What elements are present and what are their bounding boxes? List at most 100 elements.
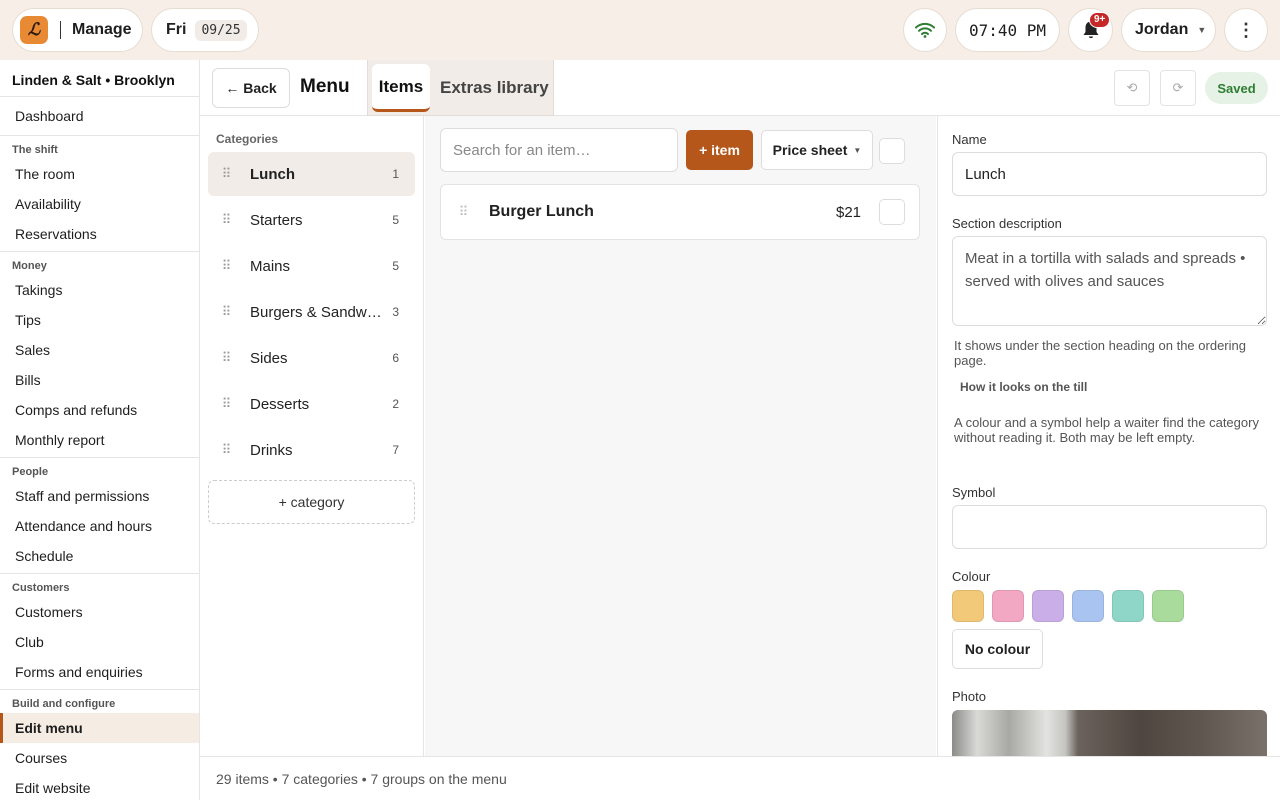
category-row[interactable]: ⠿ Drinks 7 xyxy=(208,428,415,472)
sidebar-heading: The shift xyxy=(12,144,58,156)
connection-status[interactable] xyxy=(903,8,947,52)
sidebar-item-staff[interactable]: Staff and permissions xyxy=(0,481,199,511)
notifications-badge: 9+ xyxy=(1089,12,1111,28)
sidebar-item-takings[interactable]: Takings xyxy=(0,275,199,305)
date-day: Fri xyxy=(166,21,187,38)
back-button[interactable]: ← Back xyxy=(212,68,290,108)
item-price: $21 xyxy=(836,203,862,221)
more-menu-button[interactable]: ⋮ xyxy=(1224,8,1268,52)
sidebar-item-edit-menu[interactable]: Edit menu xyxy=(0,713,199,743)
add-category-button[interactable]: + category xyxy=(208,480,415,524)
category-row[interactable]: ⠿ Burgers & Sandwiches 3 xyxy=(208,290,415,334)
sidebar-item-customers[interactable]: Customers xyxy=(0,597,199,627)
user-menu[interactable]: Jordan ▼ xyxy=(1121,8,1216,52)
app-logo-icon: ℒ xyxy=(20,16,48,44)
clock: 07:40 PM xyxy=(955,8,1060,52)
sidebar-item-schedule[interactable]: Schedule xyxy=(0,541,199,571)
category-row[interactable]: ⠿ Desserts 2 xyxy=(208,382,415,426)
sidebar-item-edit-website[interactable]: Edit website xyxy=(0,773,199,800)
categories-heading: Categories xyxy=(216,132,279,146)
select-all-checkbox[interactable] xyxy=(879,138,905,164)
drag-handle-icon[interactable]: ⠿ xyxy=(449,204,477,220)
venue-name: Linden & Salt • Brooklyn xyxy=(0,60,199,97)
sidebar-item-sales[interactable]: Sales xyxy=(0,335,199,365)
notifications-button[interactable]: 9+ xyxy=(1068,8,1113,52)
redo-button[interactable]: ⟳ xyxy=(1160,70,1196,106)
drag-handle-icon[interactable]: ⠿ xyxy=(212,304,240,320)
colour-swatch[interactable] xyxy=(992,590,1024,622)
app-switcher[interactable]: ℒ Manage xyxy=(12,8,143,52)
category-count: 5 xyxy=(392,259,399,273)
menu-header: ← Back Menu Items Extras library ⟲ ⟳ Sav… xyxy=(200,60,1280,116)
colour-swatches xyxy=(952,590,1192,622)
sidebar-item-attendance[interactable]: Attendance and hours xyxy=(0,511,199,541)
category-row[interactable]: ⠿ Lunch 1 xyxy=(208,152,415,196)
item-name: Burger Lunch xyxy=(489,203,594,220)
sidebar-item-comps-refunds[interactable]: Comps and refunds xyxy=(0,395,199,425)
drag-handle-icon[interactable]: ⠿ xyxy=(212,166,240,182)
category-count: 7 xyxy=(392,443,399,457)
category-name: Desserts xyxy=(250,395,310,413)
drag-handle-icon[interactable]: ⠿ xyxy=(212,212,240,228)
description-label: Section description xyxy=(952,216,1062,231)
sidebar-item-the-room[interactable]: The room xyxy=(0,159,199,189)
menu-summary: 29 items • 7 categories • 7 groups on th… xyxy=(200,756,1280,800)
price-sheet-dropdown[interactable]: Price sheet ▼ xyxy=(761,130,873,170)
category-row[interactable]: ⠿ Starters 5 xyxy=(208,198,415,242)
symbol-label: Symbol xyxy=(952,485,996,500)
redo-icon: ⟳ xyxy=(1172,80,1184,95)
logo-divider xyxy=(60,21,61,39)
sidebar-item-tips[interactable]: Tips xyxy=(0,305,199,335)
tab-extras-library[interactable]: Extras library xyxy=(440,64,549,112)
item-row[interactable]: ⠿ Burger Lunch $21 xyxy=(440,184,920,240)
drag-handle-icon[interactable]: ⠿ xyxy=(212,350,240,366)
no-colour-button[interactable]: No colour xyxy=(952,629,1043,669)
category-count: 2 xyxy=(392,397,399,411)
sidebar-item-forms[interactable]: Forms and enquiries xyxy=(0,657,199,687)
category-row[interactable]: ⠿ Sides 6 xyxy=(208,336,415,380)
undo-icon: ⟲ xyxy=(1126,80,1138,95)
sidebar-item-reservations[interactable]: Reservations xyxy=(0,219,199,249)
sidebar-item-bills[interactable]: Bills xyxy=(0,365,199,395)
add-item-button[interactable]: + item xyxy=(686,130,753,170)
tab-bar: Items Extras library xyxy=(367,60,554,116)
sidebar-heading: Customers xyxy=(12,582,70,594)
symbol-input[interactable] xyxy=(952,505,1267,549)
colour-swatch[interactable] xyxy=(1152,590,1184,622)
save-status-badge: Saved xyxy=(1205,72,1268,104)
description-help: It shows under the section heading on th… xyxy=(954,338,1246,368)
undo-button[interactable]: ⟲ xyxy=(1114,70,1150,106)
more-vertical-icon: ⋮ xyxy=(1237,19,1255,40)
sidebar-item-availability[interactable]: Availability xyxy=(0,189,199,219)
section-description-input[interactable]: Meat in a tortilla with salads and sprea… xyxy=(952,236,1267,326)
sidebar-item-courses[interactable]: Courses xyxy=(0,743,199,773)
date-picker[interactable]: Fri 09/25 xyxy=(151,8,259,52)
drag-handle-icon[interactable]: ⠿ xyxy=(212,442,240,458)
category-name: Starters xyxy=(250,211,303,229)
category-name-input[interactable] xyxy=(952,152,1267,196)
drag-handle-icon[interactable]: ⠿ xyxy=(212,396,240,412)
category-row[interactable]: ⠿ Mains 5 xyxy=(208,244,415,288)
photo-label: Photo xyxy=(952,689,986,704)
colour-swatch[interactable] xyxy=(1112,590,1144,622)
chevron-down-icon: ▼ xyxy=(1197,25,1207,35)
sidebar-group-customers: Customers Customers Club Forms and enqui… xyxy=(0,573,199,689)
item-search-input[interactable] xyxy=(440,128,678,172)
app-title: Manage xyxy=(72,21,132,38)
colour-swatch[interactable] xyxy=(1032,590,1064,622)
item-checkbox[interactable] xyxy=(879,199,905,225)
category-count: 3 xyxy=(392,305,399,319)
colour-swatch[interactable] xyxy=(952,590,984,622)
category-photo[interactable] xyxy=(952,710,1267,756)
tab-items[interactable]: Items xyxy=(372,64,430,112)
sidebar-heading: Money xyxy=(12,260,47,272)
colour-swatch[interactable] xyxy=(1072,590,1104,622)
name-label: Name xyxy=(952,132,987,147)
sidebar-group-people: People Staff and permissions Attendance … xyxy=(0,457,199,573)
wifi-icon xyxy=(915,22,935,38)
sidebar-item-club[interactable]: Club xyxy=(0,627,199,657)
sidebar-item-monthly-report[interactable]: Monthly report xyxy=(0,425,199,455)
date-value: 09/25 xyxy=(195,19,247,41)
sidebar-item-dashboard[interactable]: Dashboard xyxy=(0,97,199,135)
drag-handle-icon[interactable]: ⠿ xyxy=(212,258,240,274)
